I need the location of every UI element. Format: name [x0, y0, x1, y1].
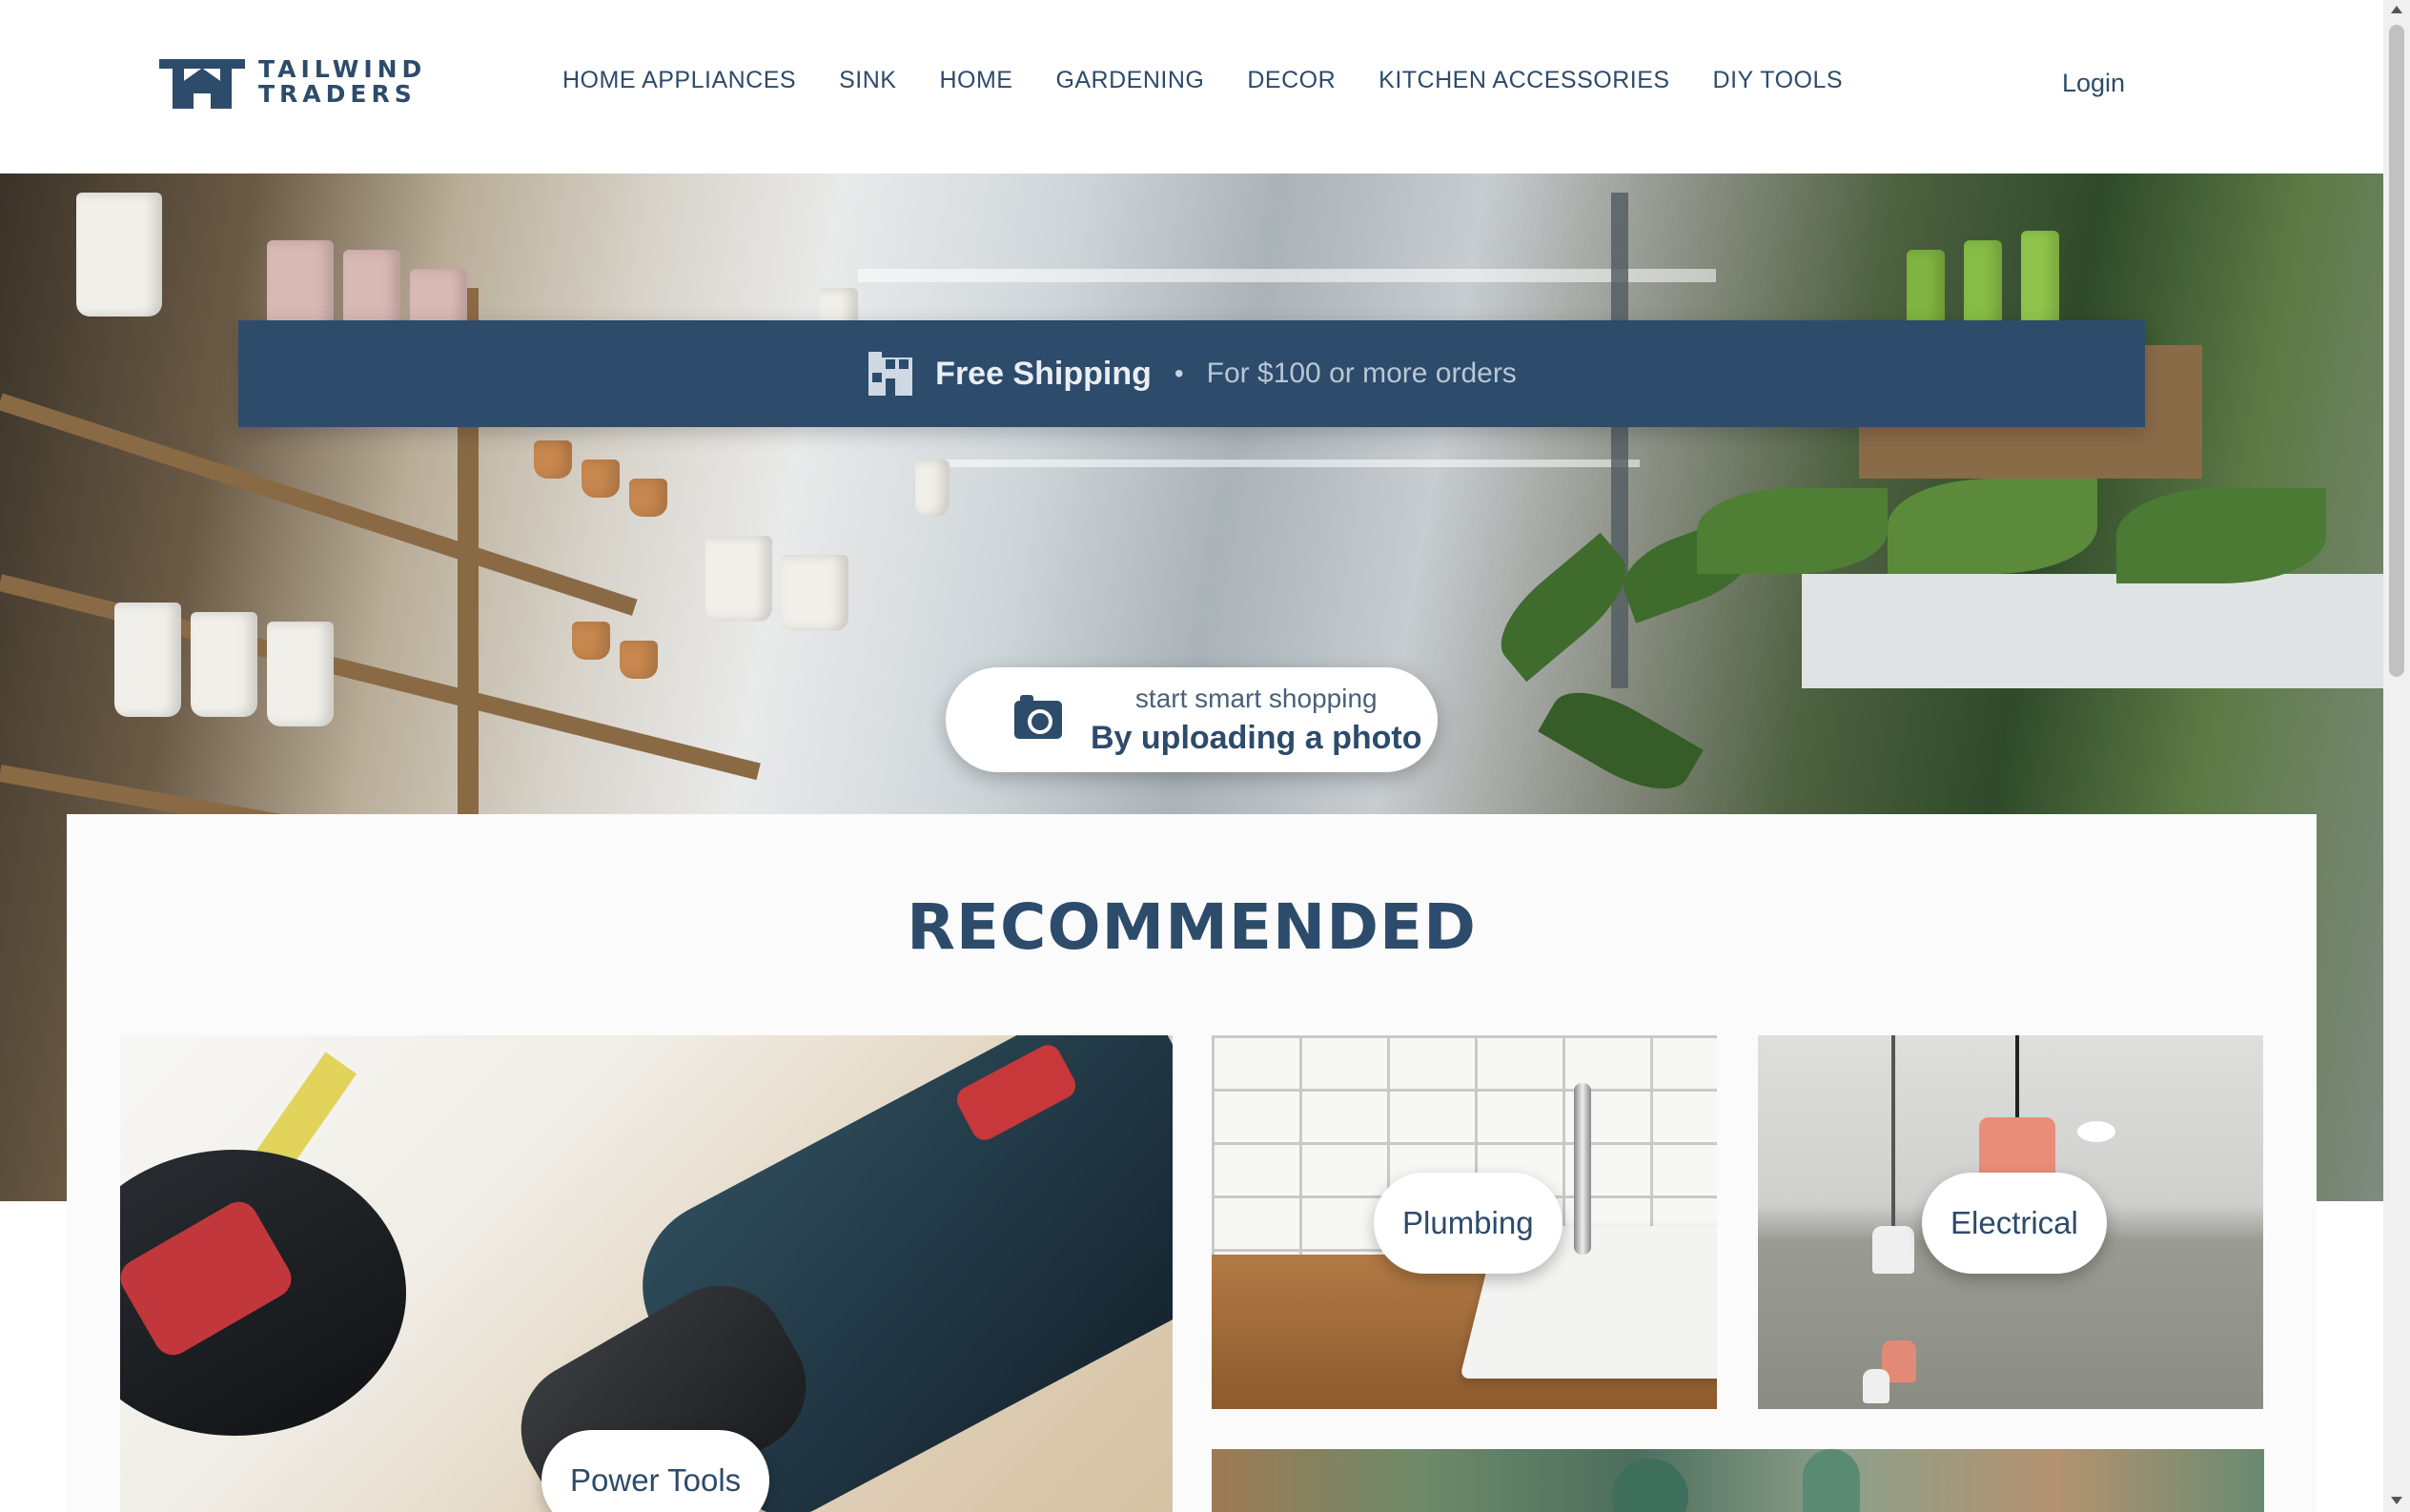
nav-item-gardening[interactable]: GARDENING	[1055, 67, 1204, 94]
card-label-power-tools: Power Tools	[541, 1430, 770, 1512]
site-logo[interactable]: TAILWIND TRADERS	[155, 55, 426, 109]
camera-icon	[1014, 695, 1062, 739]
pot	[534, 440, 572, 479]
roof-beam	[934, 460, 1640, 467]
house-logo-icon	[155, 55, 249, 109]
building-box-icon	[867, 350, 914, 398]
pot	[620, 641, 658, 679]
scroll-down-icon[interactable]	[2391, 1497, 2402, 1504]
nav-item-decor[interactable]: DECOR	[1247, 67, 1336, 94]
free-shipping-title: Free Shipping	[935, 355, 1152, 392]
nav-item-home[interactable]: HOME	[939, 67, 1012, 94]
login-link[interactable]: Login	[2062, 69, 2125, 98]
hanging-lamp	[915, 460, 950, 517]
nav-item-sink[interactable]: SINK	[839, 67, 896, 94]
leaf	[1888, 479, 2097, 574]
lamp-cord	[1891, 1035, 1895, 1226]
faucet	[1574, 1083, 1591, 1255]
upload-big-text: By uploading a photo	[1091, 719, 1422, 756]
cactus	[1803, 1449, 1860, 1512]
nav-item-home-appliances[interactable]: HOME APPLIANCES	[562, 67, 796, 94]
pot	[705, 536, 772, 622]
upload-small-text: start smart shopping	[1134, 683, 1378, 713]
upload-text: start smart shopping By uploading a phot…	[1091, 684, 1422, 757]
logo-wordmark: TAILWIND TRADERS	[258, 57, 426, 107]
page: TAILWIND TRADERS HOME APPLIANCES SINK HO…	[0, 0, 2410, 1512]
pot	[191, 612, 257, 717]
nav-item-diy-tools[interactable]: DIY TOOLS	[1713, 67, 1844, 94]
vertical-scrollbar[interactable]	[2383, 0, 2410, 1512]
logo-line-1: TAILWIND	[258, 55, 427, 83]
ceiling-light	[2077, 1121, 2115, 1142]
leaf	[2116, 488, 2326, 583]
card-power-tools[interactable]: Power Tools	[120, 1035, 1173, 1512]
cactus	[1612, 1459, 1688, 1512]
scrollbar-thumb[interactable]	[2389, 25, 2404, 677]
planter-shelf	[1802, 574, 2383, 688]
card-label-electrical: Electrical	[1922, 1173, 2107, 1274]
site-header: TAILWIND TRADERS HOME APPLIANCES SINK HO…	[0, 0, 2383, 174]
card-plumbing[interactable]: Plumbing	[1212, 1035, 1717, 1409]
logo-line-2: TRADERS	[258, 80, 417, 108]
recommended-title: RECOMMENDED	[907, 890, 1477, 964]
card-electrical[interactable]: Electrical	[1758, 1035, 2263, 1409]
pendant-lamp	[1863, 1369, 1889, 1403]
pot	[572, 622, 610, 660]
pot	[76, 193, 162, 317]
lamp-cord	[2015, 1035, 2019, 1121]
roof-column	[1611, 193, 1628, 688]
pot	[267, 622, 334, 726]
roof-beam	[858, 269, 1716, 282]
pot	[782, 555, 848, 631]
pot	[114, 603, 181, 717]
leaf	[1697, 488, 1888, 574]
banner-separator: •	[1174, 358, 1184, 388]
free-shipping-subtitle: For $100 or more orders	[1206, 358, 1517, 389]
nav-item-kitchen-accessories[interactable]: KITCHEN ACCESSORIES	[1379, 67, 1669, 94]
card-cactus[interactable]	[1212, 1449, 2264, 1512]
free-shipping-banner: Free Shipping • For $100 or more orders	[238, 320, 2145, 427]
pot	[629, 479, 667, 517]
pot	[582, 460, 620, 498]
card-label-plumbing: Plumbing	[1374, 1173, 1562, 1274]
scroll-up-icon[interactable]	[2391, 6, 2402, 13]
pendant-lamp	[1872, 1226, 1914, 1274]
main-nav: HOME APPLIANCES SINK HOME GARDENING DECO…	[562, 67, 1886, 94]
leaf	[1538, 673, 1704, 808]
upload-photo-button[interactable]: start smart shopping By uploading a phot…	[946, 667, 1438, 772]
